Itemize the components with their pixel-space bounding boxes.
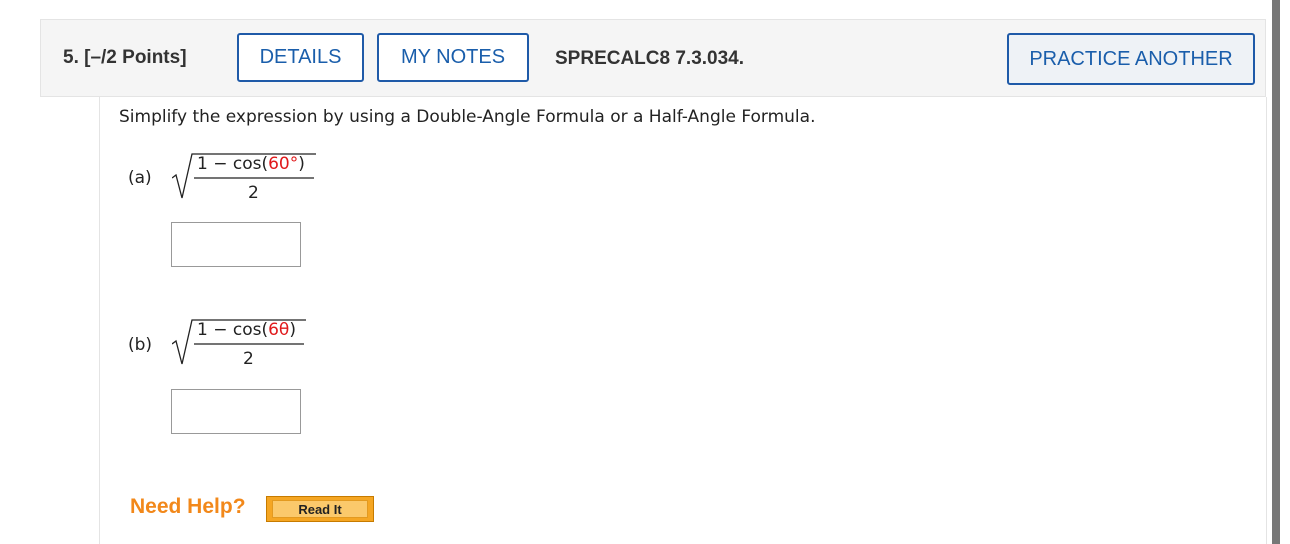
- part-b-angle: 6θ: [268, 320, 290, 340]
- part-b-label: (b): [128, 335, 153, 355]
- question-number: 5. [–/2 Points]: [63, 47, 187, 68]
- part-a-answer-input[interactable]: [171, 222, 301, 267]
- details-button[interactable]: DETAILS: [237, 33, 364, 82]
- part-b-numerator: 1 − cos(6θ): [197, 320, 296, 340]
- part-a-label: (a): [128, 168, 152, 188]
- part-a-angle: 60°: [268, 154, 299, 174]
- part-a-fraction: 1 − cos(60°) 2: [196, 154, 316, 204]
- scrollbar-thumb[interactable]: [1272, 0, 1280, 544]
- part-a-denominator: 2: [248, 183, 259, 203]
- my-notes-button[interactable]: MY NOTES: [377, 33, 529, 82]
- practice-another-button[interactable]: PRACTICE ANOTHER: [1007, 33, 1255, 85]
- read-it-button[interactable]: Read It: [266, 496, 374, 522]
- part-a-numerator: 1 − cos(60°): [197, 154, 305, 174]
- question-reference: SPRECALC8 7.3.034.: [555, 48, 745, 69]
- question-header: 5. [–/2 Points] DETAILS MY NOTES SPRECAL…: [40, 19, 1266, 97]
- part-b-denominator: 2: [243, 349, 254, 369]
- read-it-label: Read It: [272, 500, 368, 518]
- need-help-label: Need Help?: [130, 495, 246, 518]
- part-b-fraction: 1 − cos(6θ) 2: [196, 320, 306, 370]
- question-prompt: Simplify the expression by using a Doubl…: [119, 107, 816, 127]
- part-b-answer-input[interactable]: [171, 389, 301, 434]
